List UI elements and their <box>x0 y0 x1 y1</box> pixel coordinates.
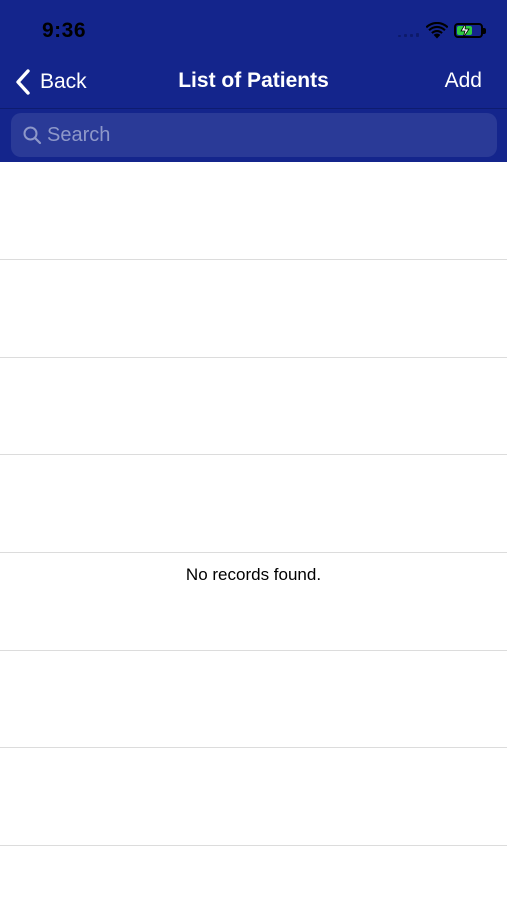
battery-icon <box>454 23 486 38</box>
patients-table <box>0 162 507 900</box>
wifi-icon <box>426 22 448 39</box>
row-separator <box>0 747 507 748</box>
charging-bolt-icon <box>460 23 470 38</box>
row-separator <box>0 259 507 260</box>
search-bar[interactable] <box>11 113 497 157</box>
header: 9:36 Back List of Patients Add Search <box>0 0 507 162</box>
page-title: List of Patients <box>178 69 329 92</box>
status-bar: 9:36 <box>0 0 507 56</box>
search-icon <box>23 126 42 145</box>
add-button[interactable]: Add <box>445 69 482 93</box>
cellular-signal-icon <box>398 33 422 37</box>
row-separator <box>0 845 507 846</box>
row-separator <box>0 650 507 651</box>
row-separator <box>0 552 507 553</box>
status-time: 9:36 <box>42 19 87 42</box>
navigation-bar: Back List of Patients Add <box>0 56 507 108</box>
row-separator <box>0 454 507 455</box>
empty-state-message: No records found. <box>185 565 322 584</box>
row-separator <box>0 357 507 358</box>
nav-divider <box>0 108 507 109</box>
search-input[interactable] <box>47 113 487 157</box>
